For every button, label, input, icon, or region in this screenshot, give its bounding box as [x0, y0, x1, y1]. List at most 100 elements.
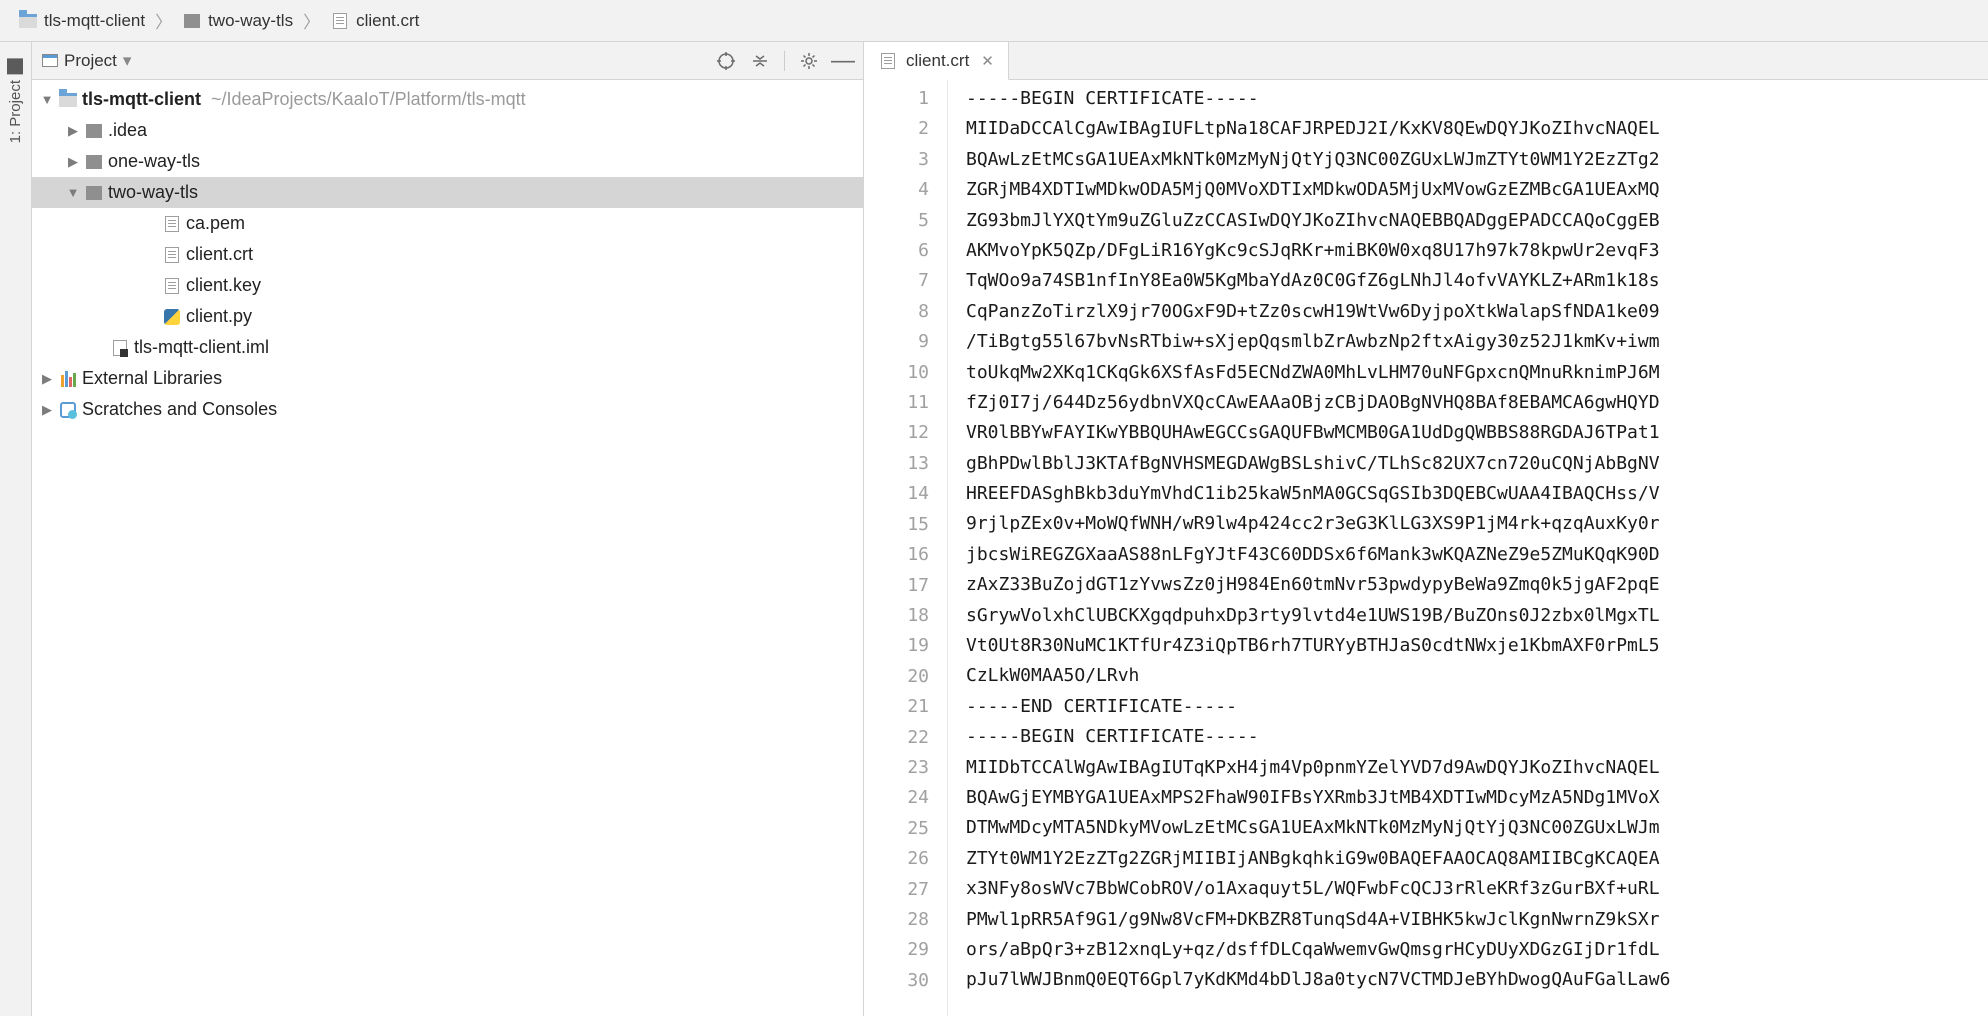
project-header-actions: —: [716, 51, 853, 71]
tree-label: client.key: [186, 275, 261, 296]
tree-label: .idea: [108, 120, 147, 141]
project-panel-header: Project ▾ —: [32, 42, 863, 80]
scratch-icon: [58, 401, 78, 419]
hide-icon[interactable]: —: [833, 51, 853, 71]
tree-label: client.crt: [186, 244, 253, 265]
breadcrumb-label: client.crt: [356, 11, 419, 31]
expand-icon[interactable]: ▶: [66, 154, 80, 170]
tree-row[interactable]: tls-mqtt-client.iml: [32, 332, 863, 363]
project-panel: Project ▾ — ▼ tls-mqtt-client ~/IdeaProjec…: [32, 42, 864, 1016]
code-line: DTMwMDcyMTA5NDkyMVowLzEtMCsGA1UEAxMkNTk0…: [966, 813, 1988, 843]
tree-row[interactable]: client.py: [32, 301, 863, 332]
breadcrumb: tls-mqtt-client 〉 two-way-tls 〉 client.c…: [0, 0, 1988, 42]
py-icon: [162, 308, 182, 326]
tree-label: one-way-tls: [108, 151, 200, 172]
tree-label: tls-mqtt-client: [82, 89, 201, 110]
collapse-all-icon[interactable]: [750, 51, 770, 71]
folder-icon: [84, 153, 104, 171]
tree-row[interactable]: ▼ two-way-tls: [32, 177, 863, 208]
editor-body: 1234567891011121314151617181920212223242…: [864, 80, 1988, 1016]
close-icon[interactable]: ✕: [981, 52, 994, 70]
separator: [784, 51, 785, 71]
tree-row[interactable]: ▶Scratches and Consoles: [32, 394, 863, 425]
code-line: gBhPDwlBblJ3KTAfBgNVHSMEGDAWgBSLshivC/TL…: [966, 449, 1988, 479]
file-icon: [878, 52, 898, 70]
chevron-down-icon: ▾: [123, 51, 132, 71]
code-line: ZG93bmJlYXQtYm9uZGluZzCCASIwDQYJKoZIhvcN…: [966, 206, 1988, 236]
editor-tab-bar: client.crt ✕: [864, 42, 1988, 80]
code-line: ors/aBpQr3+zB12xnqLy+qz/dsffDLCqaWwemvGw…: [966, 935, 1988, 965]
project-view-selector[interactable]: Project ▾: [42, 51, 708, 71]
tree-row[interactable]: ▶External Libraries: [32, 363, 863, 394]
folder-icon: [182, 12, 202, 30]
editor-content[interactable]: -----BEGIN CERTIFICATE----- MIIDaDCCAlCgA…: [948, 80, 1988, 1016]
expand-icon[interactable]: ▼: [66, 185, 80, 200]
breadcrumb-item-file[interactable]: client.crt: [330, 11, 419, 31]
tree-label: two-way-tls: [108, 182, 198, 203]
lib-icon: [58, 370, 78, 388]
tree-row[interactable]: client.key: [32, 270, 863, 301]
code-line: -----BEGIN CERTIFICATE-----: [966, 722, 1988, 752]
code-line: BQAwGjEYMBYGA1UEAxMPS2FhaW90IFBsYXRmb3Jt…: [966, 783, 1988, 813]
project-header-label: Project: [64, 51, 117, 71]
expand-icon[interactable]: ▶: [40, 371, 54, 387]
iml-icon: [110, 339, 130, 357]
code-line: PMwl1pRR5Af9G1/g9Nw8VcFM+DKBZR8TunqSd4A+…: [966, 905, 1988, 935]
tree-label: tls-mqtt-client.iml: [134, 337, 269, 358]
app-folder-icon: [18, 12, 38, 30]
folder-icon: [84, 184, 104, 202]
tree-row[interactable]: ▶ one-way-tls: [32, 146, 863, 177]
code-line: MIIDaDCCAlCgAwIBAgIUFLtpNa18CAFJRPEDJ2I/…: [966, 114, 1988, 144]
file-icon: [162, 215, 182, 233]
code-line: ZGRjMB4XDTIwMDkwODA5MjQ0MVoXDTIxMDkwODA5…: [966, 175, 1988, 205]
tree-path: ~/IdeaProjects/KaaIoT/Platform/tls-mqtt: [211, 89, 526, 110]
code-line: zAxZ33BuZojdGT1zYvwsZz0jH984En60tmNvr53p…: [966, 570, 1988, 600]
breadcrumb-separator-icon: 〉: [297, 8, 326, 33]
code-line: TqWOo9a74SB1nfInY8Ea0W5KgMbaYdAz0C0GfZ6g…: [966, 266, 1988, 296]
code-line: ZTYt0WM1Y2EzZTg2ZGRjMIIBIjANBgkqhkiG9w0B…: [966, 844, 1988, 874]
expand-icon[interactable]: ▼: [40, 92, 54, 107]
file-icon: [162, 246, 182, 264]
gear-icon[interactable]: [799, 51, 819, 71]
code-line: pJu7lWWJBnmQ0EQT6Gpl7yKdKMd4bDlJ8a0tycN7…: [966, 965, 1988, 995]
breadcrumb-label: two-way-tls: [208, 11, 293, 31]
editor-gutter: 1234567891011121314151617181920212223242…: [864, 80, 948, 1016]
code-line: sGrywVolxhClUBCKXgqdpuhxDp3rty9lvtd4e1UW…: [966, 601, 1988, 631]
tree-row[interactable]: ▶ .idea: [32, 115, 863, 146]
locate-icon[interactable]: [716, 51, 736, 71]
project-view-icon: [42, 54, 58, 67]
code-line: HREEFDASghBkb3duYmVhdC1ib25kaW5nMA0GCSqG…: [966, 479, 1988, 509]
code-line: /TiBgtg55l67bvNsRTbiw+sXjepQqsmlbZrAwbzN…: [966, 327, 1988, 357]
code-line: Vt0Ut8R30NuMC1KTfUr4Z3iQpTB6rh7TURYyBTHJ…: [966, 631, 1988, 661]
main-area: 1: Project Project ▾ — ▼ tls-mqtt-client ~…: [0, 42, 1988, 1016]
tree-row[interactable]: client.crt: [32, 239, 863, 270]
side-tab-label: 1: Project: [7, 80, 24, 143]
code-line: 9rjlpZEx0v+MoWQfWNH/wR9lw4p424cc2r3eG3Kl…: [966, 509, 1988, 539]
breadcrumb-separator-icon: 〉: [149, 8, 178, 33]
code-line: AKMvoYpK5QZp/DFgLiR16YgKc9cSJqRKr+miBK0W…: [966, 236, 1988, 266]
app-folder-icon: [58, 91, 78, 109]
expand-icon[interactable]: ▶: [66, 123, 80, 139]
code-line: CqPanzZoTirzlX9jr70OGxF9D+tZz0scwH19WtVw…: [966, 297, 1988, 327]
breadcrumb-item-project[interactable]: tls-mqtt-client: [18, 11, 145, 31]
breadcrumb-item-folder[interactable]: two-way-tls: [182, 11, 293, 31]
tree-label: ca.pem: [186, 213, 245, 234]
tree-row[interactable]: ca.pem: [32, 208, 863, 239]
editor-area: client.crt ✕ 123456789101112131415161718…: [864, 42, 1988, 1016]
tree-row[interactable]: ▼ tls-mqtt-client ~/IdeaProjects/KaaIoT/Pl…: [32, 84, 863, 115]
file-icon: [162, 277, 182, 295]
file-icon: [330, 12, 350, 30]
project-tree[interactable]: ▼ tls-mqtt-client ~/IdeaProjects/KaaIoT/Pl…: [32, 80, 863, 1016]
code-line: toUkqMw2XKq1CKqGk6XSfAsFd5ECNdZWA0MhLvLH…: [966, 358, 1988, 388]
code-line: -----END CERTIFICATE-----: [966, 692, 1988, 722]
code-line: CzLkW0MAA5O/LRvh: [966, 661, 1988, 691]
editor-tab-label: client.crt: [906, 51, 969, 71]
tool-window-strip: 1: Project: [0, 42, 32, 1016]
project-tool-tab[interactable]: 1: Project: [3, 48, 28, 153]
code-line: x3NFy8osWVc7BbWCobROV/o1Axaquyt5L/WQFwbF…: [966, 874, 1988, 904]
editor-tab-client-crt[interactable]: client.crt ✕: [864, 42, 1009, 80]
code-line: VR0lBBYwFAYIKwYBBQUHAwEGCCsGAQUFBwMCMB0G…: [966, 418, 1988, 448]
expand-icon[interactable]: ▶: [40, 402, 54, 418]
code-line: jbcsWiREGZGXaaAS88nLFgYJtF43C60DDSx6f6Ma…: [966, 540, 1988, 570]
code-line: MIIDbTCCAlWgAwIBAgIUTqKPxH4jm4Vp0pnmYZel…: [966, 753, 1988, 783]
